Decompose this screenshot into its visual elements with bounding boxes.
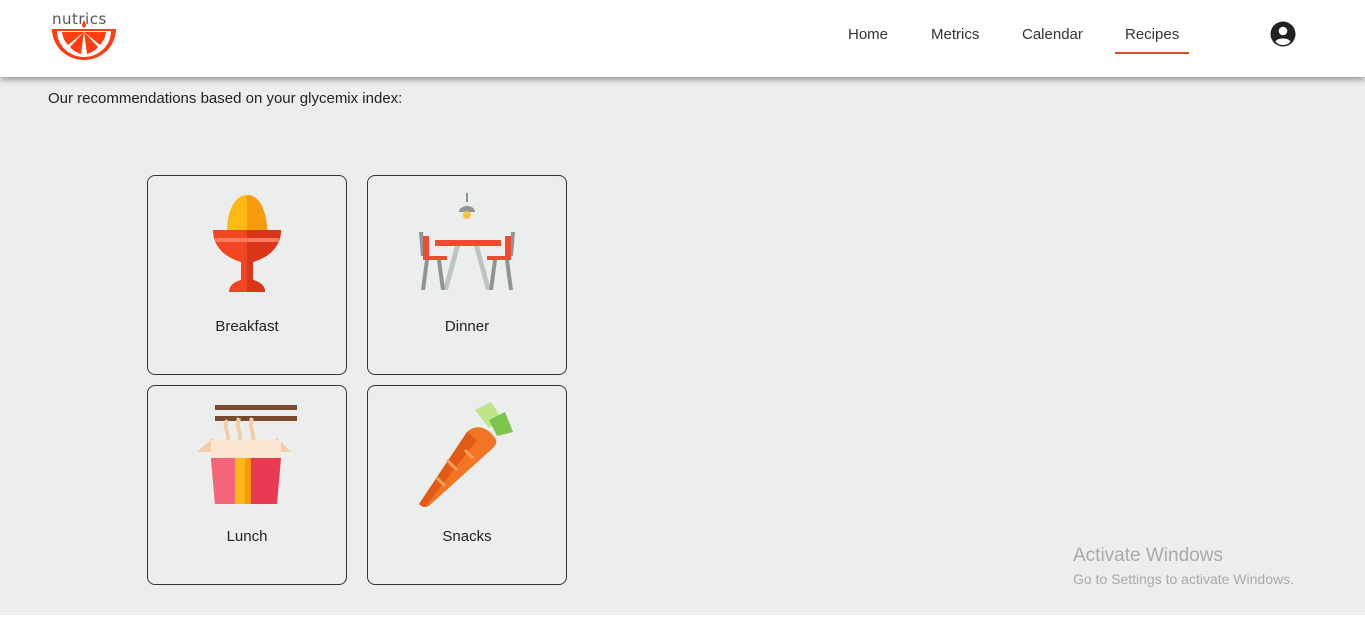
card-breakfast[interactable]: Breakfast (147, 175, 347, 375)
carrot-icon (419, 402, 513, 507)
card-label-snacks: Snacks (442, 528, 492, 545)
recommendations-section: Our recommendations based on your glycem… (0, 77, 1365, 615)
card-snacks[interactable]: Snacks (367, 385, 567, 585)
brand-name: nutrics (52, 10, 107, 28)
bottom-strip (0, 615, 1365, 621)
card-dinner[interactable]: Dinner (367, 175, 567, 375)
card-label-lunch: Lunch (226, 528, 268, 545)
noodle-box-icon (197, 405, 297, 504)
egg-cup-icon (213, 195, 281, 292)
intro-text: Our recommendations based on your glycem… (48, 90, 403, 107)
user-circle-icon[interactable] (1270, 21, 1296, 47)
nav-metrics[interactable]: Metrics (931, 26, 979, 43)
nav-calendar[interactable]: Calendar (1022, 26, 1083, 43)
card-label-breakfast: Breakfast (215, 318, 279, 335)
watermark-subtitle: Go to Settings to activate Windows. (1073, 571, 1294, 587)
nutrics-logo[interactable]: nutrics (48, 10, 120, 62)
dining-table-icon (419, 193, 515, 290)
card-lunch[interactable]: Lunch (147, 385, 347, 585)
card-label-dinner: Dinner (444, 318, 490, 335)
top-navbar: nutrics Home Metrics Calendar Recipes (0, 0, 1365, 77)
watermark-title: Activate Windows (1073, 545, 1223, 566)
nav-home[interactable]: Home (848, 26, 888, 43)
activate-windows-watermark: Activate Windows Go to Settings to activ… (1073, 545, 1294, 587)
nav-recipes[interactable]: Recipes (1114, 26, 1190, 54)
